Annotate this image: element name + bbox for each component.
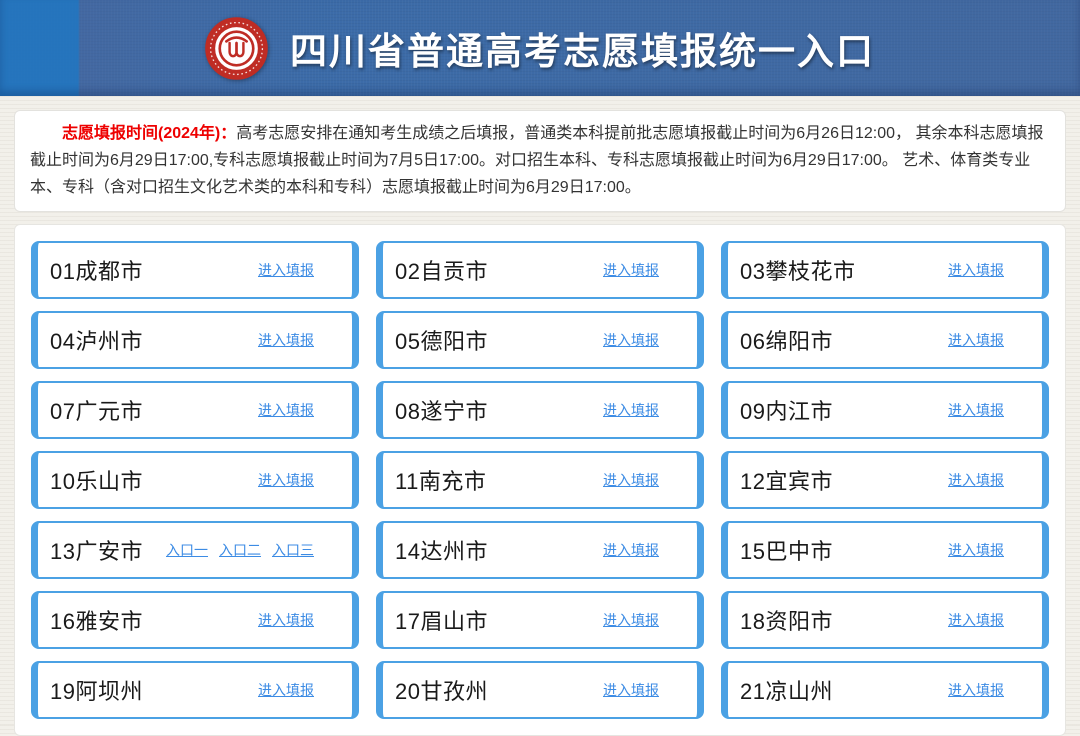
enter-link[interactable]: 进入填报	[258, 330, 314, 350]
city-name: 03攀枝花市	[740, 254, 855, 286]
city-links: 进入填报	[603, 680, 659, 700]
city-name: 09内江市	[740, 394, 833, 426]
sichuan-education-seal-icon	[205, 17, 268, 80]
enter-link[interactable]: 进入填报	[603, 470, 659, 490]
city-name: 15巴中市	[740, 534, 833, 566]
city-panel: 01成都市进入填报02自贡市进入填报03攀枝花市进入填报04泸州市进入填报05德…	[14, 224, 1066, 736]
enter-link[interactable]: 进入填报	[603, 400, 659, 420]
city-name: 21凉山州	[740, 674, 833, 706]
enter-link[interactable]: 进入填报	[603, 540, 659, 560]
city-name: 07广元市	[50, 394, 143, 426]
enter-link[interactable]: 进入填报	[603, 260, 659, 280]
enter-link[interactable]: 入口二	[219, 540, 261, 560]
city-links: 进入填报	[948, 610, 1004, 630]
city-name: 16雅安市	[50, 604, 143, 636]
city-links: 进入填报	[258, 470, 314, 490]
city-card: 09内江市 进入填报	[721, 381, 1049, 439]
enter-link[interactable]: 入口一	[166, 540, 208, 560]
city-links: 进入填报	[603, 330, 659, 350]
city-links: 进入填报	[948, 330, 1004, 350]
city-name: 17眉山市	[395, 604, 488, 636]
notice-label: 志愿填报时间(2024年)：	[62, 125, 236, 142]
enter-link[interactable]: 进入填报	[948, 680, 1004, 700]
city-card: 20甘孜州 进入填报	[376, 661, 704, 719]
city-links: 进入填报	[948, 680, 1004, 700]
page-title: 四川省普通高考志愿填报统一入口	[290, 21, 875, 75]
city-card: 05德阳市 进入填报	[376, 311, 704, 369]
city-card: 07广元市 进入填报	[31, 381, 359, 439]
enter-link[interactable]: 进入填报	[603, 680, 659, 700]
city-name: 06绵阳市	[740, 324, 833, 356]
city-card: 21凉山州 进入填报	[721, 661, 1049, 719]
city-links: 进入填报	[258, 330, 314, 350]
notice-box: 志愿填报时间(2024年)：高考志愿安排在通知考生成绩之后填报，普通类本科提前批…	[14, 110, 1066, 212]
city-card: 02自贡市 进入填报	[376, 241, 704, 299]
city-grid: 01成都市进入填报02自贡市进入填报03攀枝花市进入填报04泸州市进入填报05德…	[31, 241, 1049, 719]
city-name: 18资阳市	[740, 604, 833, 636]
enter-link[interactable]: 进入填报	[948, 470, 1004, 490]
city-name: 20甘孜州	[395, 674, 488, 706]
enter-link[interactable]: 进入填报	[258, 400, 314, 420]
enter-link[interactable]: 进入填报	[603, 610, 659, 630]
city-card: 19阿坝州 进入填报	[31, 661, 359, 719]
enter-link[interactable]: 进入填报	[948, 330, 1004, 350]
city-links: 进入填报	[603, 260, 659, 280]
city-name: 02自贡市	[395, 254, 488, 286]
city-card: 03攀枝花市 进入填报	[721, 241, 1049, 299]
city-links: 进入填报	[603, 540, 659, 560]
city-card: 14达州市 进入填报	[376, 521, 704, 579]
enter-link[interactable]: 进入填报	[258, 610, 314, 630]
city-card: 06绵阳市 进入填报	[721, 311, 1049, 369]
city-name: 01成都市	[50, 254, 143, 286]
city-card: 01成都市 进入填报	[31, 241, 359, 299]
city-links: 进入填报	[948, 470, 1004, 490]
enter-link[interactable]: 入口三	[272, 540, 314, 560]
city-links: 入口一入口二入口三	[166, 540, 314, 560]
city-card: 16雅安市 进入填报	[31, 591, 359, 649]
city-card: 11南充市 进入填报	[376, 451, 704, 509]
city-links: 进入填报	[948, 400, 1004, 420]
city-card: 12宜宾市 进入填报	[721, 451, 1049, 509]
city-name: 05德阳市	[395, 324, 488, 356]
enter-link[interactable]: 进入填报	[258, 470, 314, 490]
city-links: 进入填报	[603, 400, 659, 420]
city-links: 进入填报	[258, 680, 314, 700]
city-card: 18资阳市 进入填报	[721, 591, 1049, 649]
enter-link[interactable]: 进入填报	[948, 260, 1004, 280]
city-name: 14达州市	[395, 534, 488, 566]
city-links: 进入填报	[948, 260, 1004, 280]
page-header: 四川省普通高考志愿填报统一入口	[0, 0, 1080, 96]
city-card: 17眉山市 进入填报	[376, 591, 704, 649]
city-name: 13广安市	[50, 534, 143, 566]
city-card: 15巴中市 进入填报	[721, 521, 1049, 579]
city-links: 进入填报	[948, 540, 1004, 560]
enter-link[interactable]: 进入填报	[948, 400, 1004, 420]
city-name: 12宜宾市	[740, 464, 833, 496]
enter-link[interactable]: 进入填报	[948, 540, 1004, 560]
enter-link[interactable]: 进入填报	[258, 260, 314, 280]
city-name: 19阿坝州	[50, 674, 143, 706]
city-name: 08遂宁市	[395, 394, 488, 426]
enter-link[interactable]: 进入填报	[948, 610, 1004, 630]
enter-link[interactable]: 进入填报	[258, 680, 314, 700]
city-links: 进入填报	[258, 260, 314, 280]
enter-link[interactable]: 进入填报	[603, 330, 659, 350]
city-name: 10乐山市	[50, 464, 143, 496]
city-card: 08遂宁市 进入填报	[376, 381, 704, 439]
city-links: 进入填报	[603, 470, 659, 490]
city-links: 进入填报	[258, 400, 314, 420]
city-card: 04泸州市 进入填报	[31, 311, 359, 369]
city-card: 10乐山市 进入填报	[31, 451, 359, 509]
city-name: 04泸州市	[50, 324, 143, 356]
city-name: 11南充市	[395, 464, 486, 496]
city-links: 进入填报	[603, 610, 659, 630]
city-card: 13广安市 入口一入口二入口三	[31, 521, 359, 579]
city-links: 进入填报	[258, 610, 314, 630]
